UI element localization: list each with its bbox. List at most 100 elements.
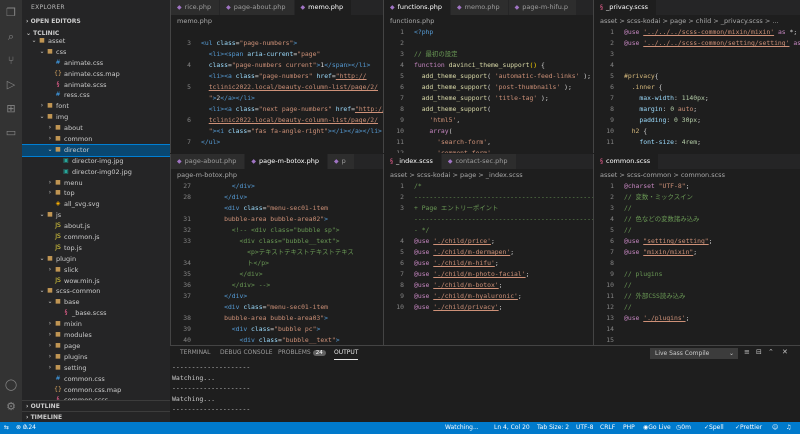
- code-area[interactable]: 1 @use '../../../scss-common/mixin/mixin'…: [594, 27, 800, 148]
- line-number: 2: [610, 39, 614, 47]
- remote-explorer-icon[interactable]: ▭: [4, 126, 18, 140]
- spell-check[interactable]: ✓ Spell: [704, 422, 724, 434]
- code-area[interactable]: 1 @charset "UTF-8"; 2 // 変数・ミックスイン 3 // 4 // 色な…: [594, 181, 800, 345]
- errors-indicator[interactable]: ⊗ 0 ⚠ 24: [16, 422, 36, 434]
- account-status-icon[interactable]: ☺: [772, 422, 778, 434]
- tab-terminal[interactable]: TERMINAL: [180, 349, 211, 360]
- tree-item[interactable]: › ■ page: [22, 341, 170, 352]
- tab-size[interactable]: Tab Size: 2: [537, 422, 569, 434]
- account-icon[interactable]: ◯: [4, 378, 18, 392]
- tree-item[interactable]: ▣ director-img.jpg: [22, 156, 170, 167]
- tree-item[interactable]: › ■ slick: [22, 265, 170, 276]
- tab-problems[interactable]: PROBLEMS 24: [278, 349, 326, 360]
- tree-item[interactable]: ▣ director-img02.jpg: [22, 167, 170, 178]
- lines-icon[interactable]: ≡: [744, 348, 750, 356]
- files-icon[interactable]: ❐: [4, 6, 18, 20]
- breadcrumb[interactable]: asset > scss-kodai > page > _index.scss: [384, 169, 593, 181]
- line-number: 8: [400, 105, 404, 113]
- encoding[interactable]: UTF-8: [576, 422, 594, 434]
- editor-tab[interactable]: ◆ memo.php: [451, 0, 509, 15]
- breadcrumb[interactable]: page-m-botox.php: [171, 169, 383, 181]
- editor-tab[interactable]: ◆ contact-sec.php: [441, 154, 517, 169]
- breadcrumb[interactable]: functions.php: [384, 15, 593, 27]
- editor-tab[interactable]: ◆ page-m-botox.php: [245, 154, 329, 169]
- tree-item[interactable]: JS top.js: [22, 243, 170, 254]
- editor-tab[interactable]: § common.scss: [594, 154, 660, 169]
- code-area[interactable]: 3 <ul class="page-numbers"> <li><span ari…: [171, 27, 383, 148]
- editor-tab[interactable]: ◆ rice.php: [171, 0, 221, 15]
- output-channel-select[interactable]: Live Sass Compile ⌄: [650, 348, 738, 359]
- editor-tab[interactable]: § _privacy.scss: [594, 0, 657, 15]
- search-icon[interactable]: ⌕: [4, 30, 18, 44]
- extensions-icon[interactable]: ⊞: [4, 102, 18, 116]
- code-area[interactable]: 1 <?php 2 3 // 最初の設定 4 function davinci_theme_…: [384, 27, 593, 153]
- tree-item[interactable]: › ■ modules: [22, 330, 170, 341]
- editor-tab[interactable]: ◆ page-about.php: [171, 154, 246, 169]
- tree-item[interactable]: › ■ top: [22, 188, 170, 199]
- line-number: 35: [183, 270, 191, 278]
- language-mode[interactable]: PHP: [623, 422, 635, 434]
- tree-item[interactable]: JS about.js: [22, 221, 170, 232]
- tree-item[interactable]: ⌄ ■ asset: [22, 36, 170, 47]
- line-ending[interactable]: CRLF: [600, 422, 615, 434]
- go-live-button[interactable]: ◉ Go Live: [643, 422, 671, 434]
- editor-tab[interactable]: ◆ p: [328, 154, 355, 169]
- editor-tab[interactable]: ◆ functions.php: [384, 0, 452, 15]
- tree-item[interactable]: # animate.css: [22, 58, 170, 69]
- editor-tab[interactable]: ◆ memo.php: [294, 0, 353, 15]
- tree-item[interactable]: ⌄ ■ css: [22, 47, 170, 58]
- tree-item[interactable]: {} common.css.map: [22, 385, 170, 396]
- tree-item[interactable]: § _base.scss: [22, 308, 170, 319]
- tree-item-label: animate.scss: [64, 80, 107, 89]
- tree-item[interactable]: ⌄ ■ plugin: [22, 254, 170, 265]
- tree-item[interactable]: JS common.js: [22, 232, 170, 243]
- breadcrumb[interactable]: memo.php: [171, 15, 383, 27]
- close-icon[interactable]: ✕: [782, 348, 788, 356]
- open-editors-header[interactable]: › OPEN EDITORS: [22, 16, 170, 28]
- breadcrumb[interactable]: asset > scss-common > common.scss: [594, 169, 800, 181]
- outline-header[interactable]: › OUTLINE: [22, 400, 170, 411]
- tree-item[interactable]: › ■ plugins: [22, 352, 170, 363]
- editor-tab[interactable]: ◆ page-about.php: [220, 0, 295, 15]
- tree-item[interactable]: › ■ mixin: [22, 319, 170, 330]
- tree-item[interactable]: § animate.scss: [22, 80, 170, 91]
- prettier[interactable]: ✓ Prettier: [735, 422, 762, 434]
- code-area[interactable]: 27 </div> 28 </div> <div class="menu-sec0…: [171, 181, 383, 345]
- tree-item[interactable]: › ■ font: [22, 101, 170, 112]
- tree-item-label: top.js: [64, 243, 82, 252]
- line-text: </div>: [224, 292, 248, 300]
- breadcrumb[interactable]: asset > scss-kodai > page > child > _pri…: [594, 15, 800, 27]
- tree-item[interactable]: › ■ about: [22, 123, 170, 134]
- tree-item[interactable]: ⌄ ■ director: [22, 143, 170, 157]
- run-debug-icon[interactable]: ▷: [4, 78, 18, 92]
- cursor-position[interactable]: Ln 4, Col 20: [494, 422, 530, 434]
- tree-item[interactable]: › ■ common: [22, 134, 170, 145]
- tree-item[interactable]: # common.css: [22, 374, 170, 385]
- tree-item[interactable]: # ress.css: [22, 90, 170, 101]
- editor-tab[interactable]: ◆ page-m-hifu.p: [508, 0, 578, 15]
- timeline-header[interactable]: › TIMELINE: [22, 411, 170, 422]
- code-area[interactable]: 1 /* 2 ------------------------------------…: [384, 181, 593, 313]
- tab-debug-console[interactable]: DEBUG CONSOLE: [220, 349, 273, 360]
- tree-item[interactable]: ⌄ ■ js: [22, 210, 170, 221]
- notifications-icon[interactable]: ♫: [786, 422, 791, 434]
- line-number: 4: [400, 61, 404, 69]
- tree-item[interactable]: ◈ all_svg.svg: [22, 199, 170, 210]
- tree-item[interactable]: ⌄ ■ scss-common: [22, 286, 170, 297]
- tree-item[interactable]: › ■ setting: [22, 363, 170, 374]
- tab-output[interactable]: OUTPUT: [334, 349, 359, 360]
- maximize-icon[interactable]: ⌃: [768, 348, 774, 356]
- line-number: 3: [187, 39, 191, 47]
- editor-tab[interactable]: § _index.scss: [384, 154, 442, 169]
- lock-icon[interactable]: ⊟: [756, 348, 762, 356]
- tree-item[interactable]: JS wow.min.js: [22, 276, 170, 287]
- remote-icon[interactable]: ⇆: [4, 422, 9, 434]
- tree-item[interactable]: {} animate.css.map: [22, 69, 170, 80]
- tree-item[interactable]: › ■ menu: [22, 178, 170, 189]
- tree-item[interactable]: ⌄ ■ img: [22, 112, 170, 123]
- gear-icon[interactable]: ⚙: [4, 400, 18, 414]
- source-control-icon[interactable]: ⑂: [4, 54, 18, 68]
- sass-watching[interactable]: Watching...: [445, 422, 479, 434]
- tree-item[interactable]: ⌄ ■ base: [22, 297, 170, 308]
- timer[interactable]: ◷ 0m: [676, 422, 691, 434]
